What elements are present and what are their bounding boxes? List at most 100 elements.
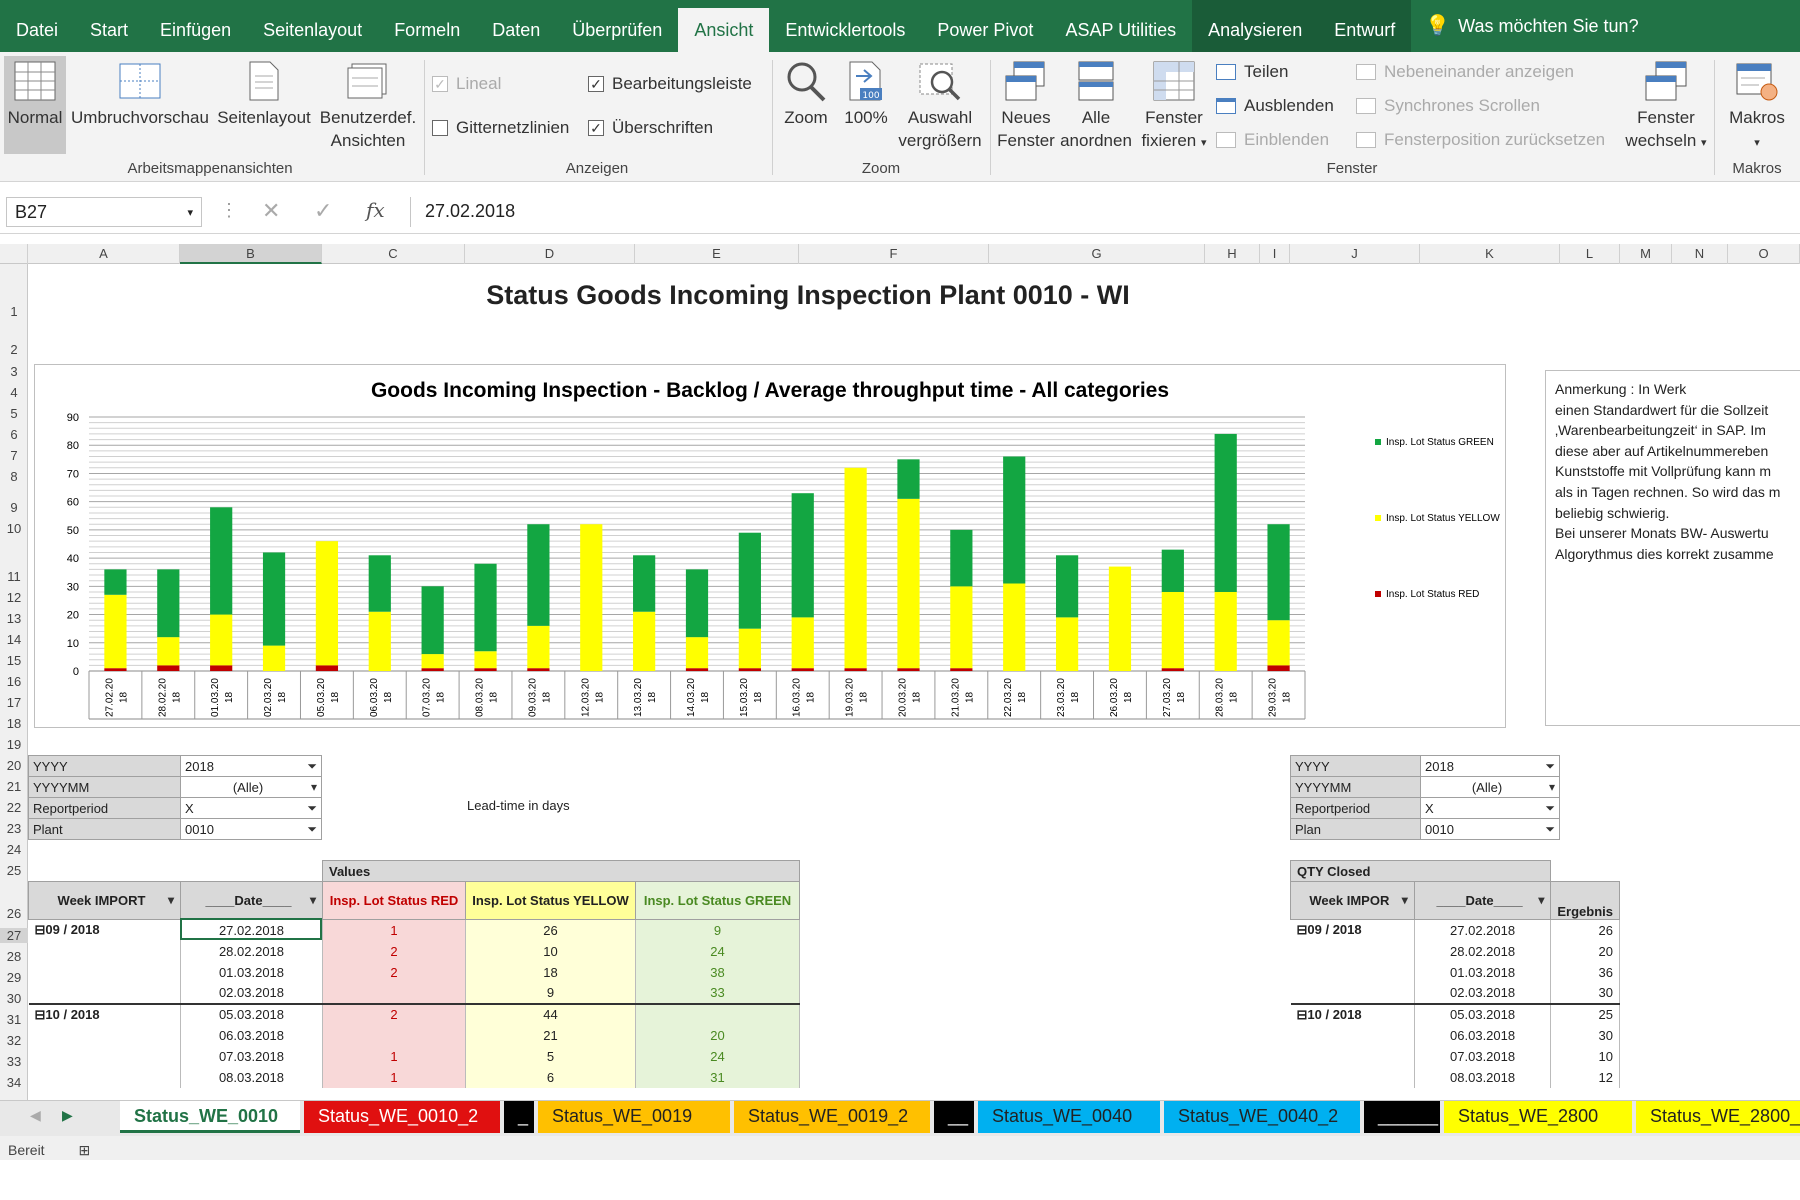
reset-window-position-button[interactable]: Fensterposition zurücksetzen	[1356, 130, 1605, 150]
row-header[interactable]: 20	[0, 758, 28, 773]
row-header[interactable]: 11	[0, 569, 28, 584]
result-cell[interactable]: 26	[1550, 919, 1620, 941]
red-value-cell[interactable]	[322, 1024, 466, 1046]
red-value-cell[interactable]: 2	[322, 1003, 466, 1025]
note-textbox[interactable]: Anmerkung : In Werk einen Standardwert f…	[1545, 370, 1800, 726]
date-cell[interactable]: 08.03.2018	[1414, 1066, 1552, 1088]
yellow-value-cell[interactable]: 44	[465, 1003, 636, 1025]
new-window-button[interactable]: Neues Fenster	[994, 56, 1058, 152]
sheet-tab[interactable]: _	[504, 1101, 534, 1133]
cancel-icon[interactable]: ✕	[262, 198, 280, 224]
dropdown-arrow-icon[interactable]: ▾	[311, 780, 317, 794]
row-header[interactable]: 18	[0, 716, 28, 731]
week-cell[interactable]: ⊟09 / 2018	[1290, 919, 1415, 941]
week-cell[interactable]	[1290, 940, 1415, 962]
column-header-j[interactable]: J	[1290, 244, 1420, 264]
column-header-n[interactable]: N	[1672, 244, 1728, 264]
zoom-100-button[interactable]: 100 100%	[838, 56, 894, 129]
row-header[interactable]: 1	[0, 304, 28, 319]
column-header-d[interactable]: D	[465, 244, 635, 264]
row-header[interactable]: 5	[0, 406, 28, 421]
row-header[interactable]: 3	[0, 364, 28, 379]
macros-button[interactable]: Makros ▾	[1718, 56, 1796, 155]
tab-einfuegen[interactable]: Einfügen	[144, 0, 247, 52]
column-header-h[interactable]: H	[1205, 244, 1260, 264]
row-header[interactable]: 2	[0, 342, 28, 357]
week-cell[interactable]	[1290, 1066, 1415, 1088]
sheet-tab[interactable]: ______	[1364, 1101, 1440, 1133]
tab-ansicht[interactable]: Ansicht	[678, 8, 770, 52]
week-cell[interactable]: ⊟09 / 2018	[28, 919, 181, 941]
dropdown-arrow-icon[interactable]: ▾	[1538, 893, 1544, 907]
yellow-value-cell[interactable]: 18	[465, 961, 636, 983]
green-value-cell[interactable]: 9	[635, 919, 800, 941]
dropdown-arrow-icon[interactable]: ▾	[310, 893, 316, 907]
column-header-o[interactable]: O	[1728, 244, 1800, 264]
red-value-cell[interactable]: 1	[322, 1045, 466, 1067]
row-header[interactable]: 22	[0, 800, 28, 815]
row-header[interactable]: 28	[0, 949, 28, 964]
week-cell[interactable]	[28, 940, 181, 962]
filter-icon[interactable]: ⏷	[1545, 801, 1555, 816]
tab-start[interactable]: Start	[74, 0, 144, 52]
filter-icon[interactable]: ⏷	[1545, 759, 1555, 774]
week-cell[interactable]	[28, 1045, 181, 1067]
row-header[interactable]: 9	[0, 500, 28, 515]
formula-input[interactable]: 27.02.2018	[410, 197, 1795, 227]
row-header[interactable]: 13	[0, 611, 28, 626]
week-cell[interactable]	[1290, 1045, 1415, 1067]
split-button[interactable]: Teilen	[1216, 62, 1288, 82]
row-header[interactable]: 12	[0, 590, 28, 605]
macro-record-icon[interactable]: ⊞	[78, 1142, 90, 1158]
column-header-a[interactable]: A	[28, 244, 180, 264]
week-cell[interactable]	[28, 961, 181, 983]
bearbeitungsleiste-checkbox[interactable]: ✓ Bearbeitungsleiste	[588, 74, 752, 94]
tell-me-box[interactable]: 💡 Was möchten Sie tun?	[1411, 0, 1654, 52]
column-header-corner[interactable]	[0, 244, 28, 264]
date-cell[interactable]: 05.03.2018	[1414, 1003, 1552, 1025]
yellow-value-cell[interactable]: 21	[465, 1024, 636, 1046]
page-break-preview-button[interactable]: Umbruchvorschau	[70, 56, 210, 129]
filter-value[interactable]: 0010 ⏷	[1420, 818, 1560, 840]
filter-value[interactable]: X ⏷	[1420, 797, 1560, 819]
filter-value[interactable]: (Alle) ▾	[180, 776, 322, 798]
red-value-cell[interactable]: 1	[322, 919, 466, 941]
row-header[interactable]: 24	[0, 842, 28, 857]
dropdown-arrow-icon[interactable]: ▾	[1402, 893, 1408, 907]
date-cell[interactable]: 01.03.2018	[180, 961, 323, 983]
row-header[interactable]: 16	[0, 674, 28, 689]
date-cell[interactable]: 01.03.2018	[1414, 961, 1552, 983]
row-header[interactable]: 7	[0, 448, 28, 463]
tab-power-pivot[interactable]: Power Pivot	[921, 0, 1049, 52]
filter-value[interactable]: 2018 ⏷	[1420, 755, 1560, 777]
row-header[interactable]: 8	[0, 469, 28, 484]
green-value-cell[interactable]: 24	[635, 1045, 800, 1067]
pivot-header-week[interactable]: Week IMPORT ▾	[28, 881, 181, 920]
worksheet[interactable]: Status Goods Incoming Inspection Plant 0…	[28, 264, 1800, 1100]
row-header[interactable]: 31	[0, 1012, 28, 1027]
week-cell[interactable]	[28, 982, 181, 1004]
sheet-tab[interactable]: Status_WE_0040	[978, 1101, 1160, 1133]
dropdown-arrow-icon[interactable]: ▾	[168, 893, 174, 907]
date-cell[interactable]: 06.03.2018	[1414, 1024, 1552, 1046]
column-header-c[interactable]: C	[322, 244, 465, 264]
page-layout-button[interactable]: Seitenlayout	[212, 56, 316, 129]
date-cell[interactable]: 02.03.2018	[1414, 982, 1552, 1004]
result-cell[interactable]: 12	[1550, 1066, 1620, 1088]
yellow-value-cell[interactable]: 5	[465, 1045, 636, 1067]
freeze-panes-button[interactable]: Fenster fixieren ▾	[1134, 56, 1214, 155]
column-header-g[interactable]: G	[989, 244, 1205, 264]
filter-icon[interactable]: ⏷	[1545, 822, 1555, 837]
week-cell[interactable]	[28, 1066, 181, 1088]
sheet-tab[interactable]: Status_WE_0019	[538, 1101, 730, 1133]
gitternetzlinien-checkbox[interactable]: Gitternetzlinien	[432, 118, 569, 138]
tab-datei[interactable]: Datei	[0, 0, 74, 52]
lineal-checkbox[interactable]: ✓ Lineal	[432, 74, 501, 94]
switch-windows-button[interactable]: Fenster wechseln ▾	[1622, 56, 1710, 155]
name-box[interactable]: B27 ▾	[6, 197, 202, 227]
unhide-button[interactable]: Einblenden	[1216, 130, 1329, 150]
yellow-value-cell[interactable]: 9	[465, 982, 636, 1004]
scroll-right-icon[interactable]: ▶	[62, 1107, 73, 1124]
row-header[interactable]: 33	[0, 1054, 28, 1069]
week-cell[interactable]	[1290, 1024, 1415, 1046]
